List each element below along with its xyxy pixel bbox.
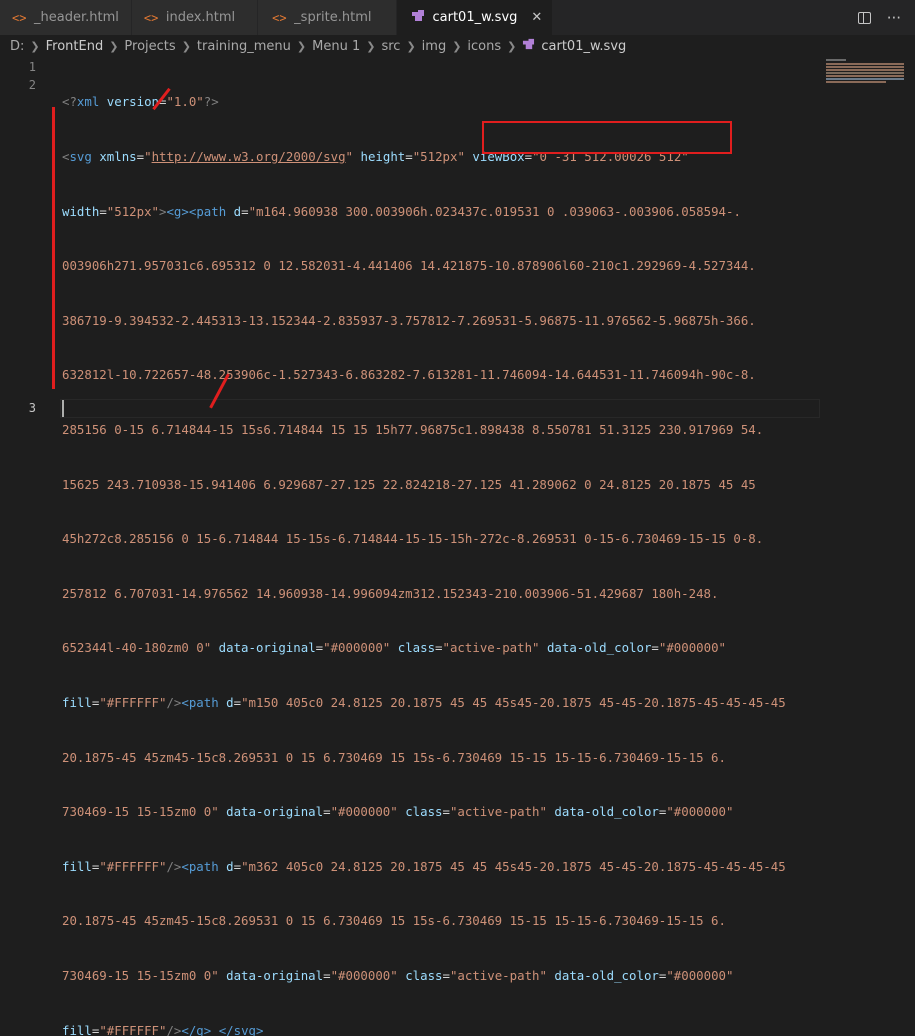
code-text[interactable]: <?xml version="1.0"?> <svg xmlns="http:/… bbox=[62, 57, 822, 1036]
breadcrumb-item[interactable]: icons bbox=[467, 39, 501, 54]
line-number: 1 bbox=[0, 58, 36, 77]
close-icon[interactable]: ✕ bbox=[531, 10, 542, 25]
chevron-right-icon: ❯ bbox=[452, 40, 461, 53]
xmlns-link[interactable]: http://www.w3.org/2000/svg bbox=[152, 149, 346, 164]
code-line: fill="#FFFFFF"/></g> </svg> bbox=[62, 1022, 822, 1036]
tab-header-html[interactable]: <> _header.html bbox=[0, 0, 132, 35]
code-line: fill="#FFFFFF"/><path d="m362 405c0 24.8… bbox=[62, 858, 822, 876]
minimap-line bbox=[826, 78, 904, 80]
text-cursor bbox=[62, 400, 64, 417]
html-file-icon: <> bbox=[272, 11, 286, 25]
annotation-mark bbox=[52, 107, 55, 389]
tab-label: _sprite.html bbox=[294, 10, 371, 25]
line-number: 2 bbox=[0, 76, 36, 95]
code-line: 285156 0-15 6.714844-15 15s6.714844 15 1… bbox=[62, 421, 822, 439]
code-line: 15625 243.710938-15.941406 6.929687-27.1… bbox=[62, 476, 822, 494]
line-number: 3 bbox=[0, 399, 36, 418]
chevron-right-icon: ❯ bbox=[406, 40, 415, 53]
split-editor-icon[interactable] bbox=[858, 12, 871, 24]
more-actions-icon[interactable]: ··· bbox=[887, 9, 901, 27]
minimap-line bbox=[826, 63, 904, 65]
code-line: <?xml version="1.0"?> bbox=[62, 93, 822, 111]
minimap-line bbox=[826, 69, 904, 71]
tab-bar: <> _header.html <> index.html <> _sprite… bbox=[0, 0, 915, 35]
breadcrumb-item[interactable]: Menu 1 bbox=[312, 39, 360, 54]
code-line: 386719-9.394532-2.445313-13.152344-2.835… bbox=[62, 312, 822, 330]
code-line: 730469-15 15-15zm0 0" data-original="#00… bbox=[62, 803, 822, 821]
code-line: 20.1875-45 45zm45-15c8.269531 0 15 6.730… bbox=[62, 912, 822, 930]
minimap[interactable] bbox=[826, 57, 906, 117]
code-line: 652344l-40-180zm0 0" data-original="#000… bbox=[62, 639, 822, 657]
svg-file-icon bbox=[411, 9, 425, 26]
minimap-line bbox=[826, 75, 904, 77]
chevron-right-icon: ❯ bbox=[366, 40, 375, 53]
minimap-line bbox=[826, 81, 886, 83]
tab-index-html[interactable]: <> index.html bbox=[132, 0, 258, 35]
tab-label: cart01_w.svg bbox=[433, 10, 518, 25]
breadcrumb-item[interactable]: Projects bbox=[124, 39, 175, 54]
tab-sprite-html[interactable]: <> _sprite.html bbox=[258, 0, 396, 35]
code-line: 20.1875-45 45zm45-15c8.269531 0 15 6.730… bbox=[62, 749, 822, 767]
breadcrumb-item[interactable]: src bbox=[381, 39, 400, 54]
html-file-icon: <> bbox=[144, 11, 158, 25]
code-line: 632812l-10.722657-48.253906c-1.527343-6.… bbox=[62, 366, 822, 384]
breadcrumb-item-current[interactable]: cart01_w.svg bbox=[541, 39, 626, 54]
chevron-right-icon: ❯ bbox=[507, 40, 516, 53]
code-line: 45h272c8.285156 0 15-6.714844 15-15s-6.7… bbox=[62, 530, 822, 548]
tab-cart01-svg[interactable]: cart01_w.svg ✕ bbox=[397, 0, 554, 35]
svg-file-icon bbox=[522, 38, 535, 54]
code-line: 003906h271.957031c6.695312 0 12.582031-4… bbox=[62, 257, 822, 275]
tab-label: index.html bbox=[166, 10, 235, 25]
breadcrumb-item[interactable]: img bbox=[422, 39, 447, 54]
code-line: 730469-15 15-15zm0 0" data-original="#00… bbox=[62, 967, 822, 985]
breadcrumb: D: ❯ FrontEnd ❯ Projects ❯ training_menu… bbox=[0, 35, 915, 57]
tab-label: _header.html bbox=[34, 10, 119, 25]
minimap-line bbox=[826, 72, 904, 74]
code-line: fill="#FFFFFF"/><path d="m150 405c0 24.8… bbox=[62, 694, 822, 712]
code-editor[interactable]: 1 2 3 <?xml version="1.0"?> <svg xmlns="… bbox=[0, 57, 915, 518]
breadcrumb-item[interactable]: D: bbox=[10, 39, 24, 54]
chevron-right-icon: ❯ bbox=[182, 40, 191, 53]
html-file-icon: <> bbox=[12, 11, 26, 25]
annotation-box bbox=[482, 121, 732, 154]
minimap-line bbox=[826, 59, 846, 61]
chevron-right-icon: ❯ bbox=[30, 40, 39, 53]
breadcrumb-item[interactable]: FrontEnd bbox=[46, 39, 104, 54]
minimap-line bbox=[826, 66, 904, 68]
code-line: width="512px"><g><path d="m164.960938 30… bbox=[62, 203, 822, 221]
editor-actions: ··· bbox=[858, 0, 915, 35]
chevron-right-icon: ❯ bbox=[109, 40, 118, 53]
breadcrumb-item[interactable]: training_menu bbox=[197, 39, 291, 54]
code-line: 257812 6.707031-14.976562 14.960938-14.9… bbox=[62, 585, 822, 603]
chevron-right-icon: ❯ bbox=[297, 40, 306, 53]
